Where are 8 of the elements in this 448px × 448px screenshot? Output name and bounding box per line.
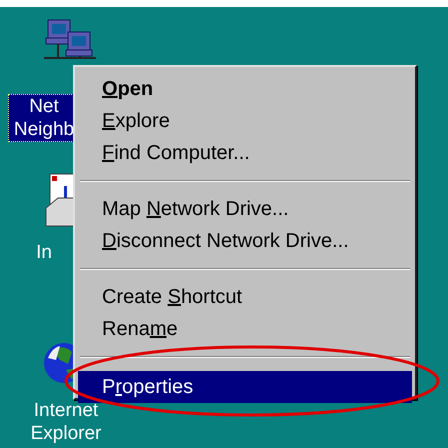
menu-item[interactable]: Explore xyxy=(78,105,412,137)
menu-item[interactable]: Open xyxy=(78,73,412,105)
menu-item[interactable]: Disconnect Network Drive... xyxy=(78,225,412,257)
menu-item[interactable]: Find Computer... xyxy=(78,137,412,169)
menu-item[interactable]: Map Network Drive... xyxy=(78,193,412,225)
menu-item[interactable]: Properties xyxy=(78,371,412,403)
menu-item[interactable]: Rename xyxy=(78,313,412,345)
menu-item[interactable]: Create Shortcut xyxy=(78,281,412,313)
